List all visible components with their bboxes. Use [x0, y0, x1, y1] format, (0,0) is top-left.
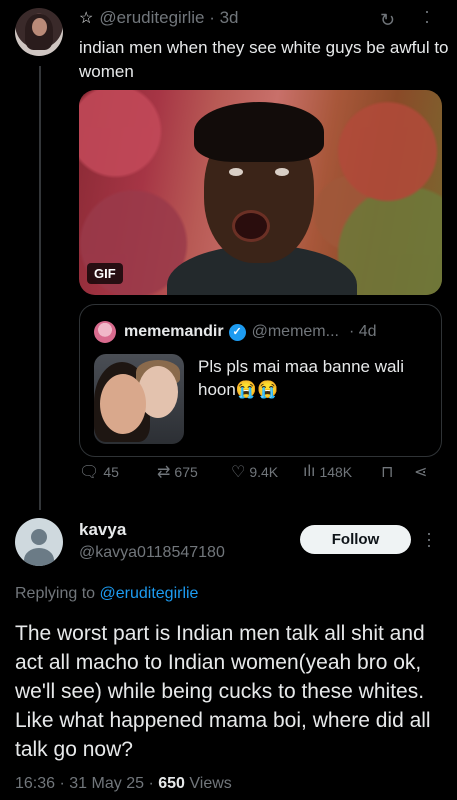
views-button[interactable]: ılı 148K — [303, 463, 352, 481]
heart-icon: ♡ — [231, 464, 246, 481]
star-icon: ☆ — [79, 10, 94, 27]
quoted-text: Pls pls mai maa banne wali hoon😭😭 — [198, 357, 404, 399]
like-count: 9.4K — [249, 464, 279, 480]
parent-tweet-header: ☆ @eruditegirlie · 3d — [79, 8, 239, 28]
tweet-views-count: 650 — [158, 775, 185, 792]
reply-author-name[interactable]: kavya — [79, 520, 126, 540]
replying-prefix: Replying to — [15, 585, 96, 602]
share-icon: ⋖ — [414, 464, 428, 481]
more-options-icon[interactable]: · · — [424, 2, 430, 30]
quoted-tweet[interactable]: mememandir ✓ @memem... · 4d Pls pls mai … — [79, 304, 442, 457]
reply-author-avatar[interactable] — [15, 518, 63, 566]
verified-badge-icon: ✓ — [228, 323, 246, 341]
reply-button[interactable]: 🗨 45 — [79, 462, 119, 482]
parent-handle[interactable]: @eruditegirlie — [99, 8, 204, 28]
author-avatar[interactable] — [15, 8, 63, 56]
tweet-meta: 16:36 · 31 May 25 · 650 Views — [15, 775, 232, 792]
parent-tweet-text: indian men when they see white guys be a… — [79, 38, 449, 81]
tweet-date[interactable]: 31 May 25 — [69, 775, 144, 792]
like-button[interactable]: ♡ 9.4K — [231, 462, 278, 482]
quoted-time: 4d — [358, 323, 377, 340]
quoted-tweet-header: mememandir ✓ @memem... · 4d — [94, 321, 377, 343]
more-options-icon[interactable]: · · · — [426, 524, 432, 554]
gif-badge: GIF — [87, 263, 123, 284]
retweet-button[interactable]: ⇄ 675 — [157, 462, 198, 482]
parent-time[interactable]: 3d — [220, 8, 239, 28]
reply-count: 45 — [103, 464, 119, 480]
retweet-icon: ⇄ — [157, 464, 171, 481]
bookmark-icon: ⊓ — [381, 464, 394, 481]
retweet-count: 675 — [174, 464, 198, 480]
tweet-gif[interactable]: GIF — [79, 90, 442, 295]
tweet-time[interactable]: 16:36 — [15, 775, 55, 792]
replying-to: Replying to @eruditegirlie — [15, 585, 198, 603]
views-icon: ılı — [303, 463, 316, 480]
thread-connector-line — [39, 66, 41, 510]
share-button[interactable]: ⋖ — [414, 462, 431, 482]
reply-icon: 🗨 — [79, 464, 100, 481]
quoted-avatar — [94, 321, 116, 343]
quoted-handle: @memem... — [251, 323, 339, 340]
quoted-image[interactable] — [94, 354, 184, 444]
bookmark-button[interactable]: ⊓ — [381, 462, 397, 482]
views-count: 148K — [319, 464, 353, 480]
quoted-name: mememandir — [124, 323, 224, 340]
reply-author-handle[interactable]: @kavya0118547180 — [79, 544, 225, 562]
tweet-views-label: Views — [189, 775, 232, 792]
replying-mention[interactable]: @eruditegirlie — [100, 585, 199, 602]
follow-button[interactable]: Follow — [300, 525, 411, 554]
reply-tweet-text: The worst part is Indian men talk all sh… — [15, 622, 431, 761]
sync-icon: ↻ — [380, 10, 396, 30]
